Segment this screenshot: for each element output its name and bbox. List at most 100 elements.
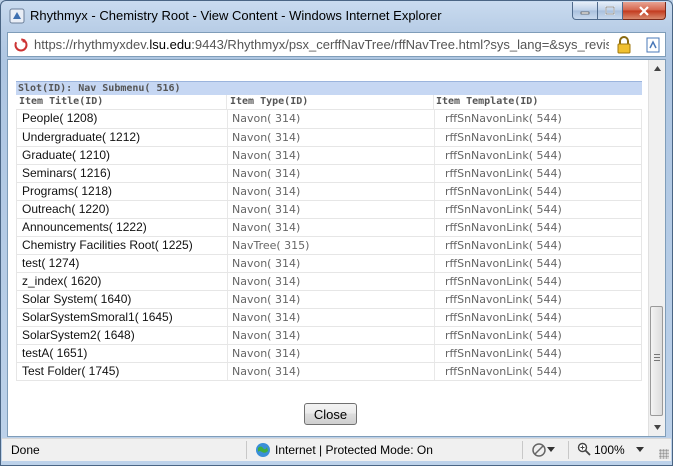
cell-type: Navon( 314) [227,110,434,128]
status-separator [568,441,569,459]
window-controls [572,2,666,21]
page-icon [14,38,28,52]
content-area: Slot(ID): Nav Submenu( 516) Item Title(I… [7,59,666,437]
cell-type: Navon( 314) [227,345,434,362]
compatibility-view-icon[interactable] [644,36,662,54]
cell-type: Navon( 314) [227,129,434,146]
scrollbar-thumb[interactable] [650,306,663,416]
cell-template: rffSnNavonLink( 544) [434,183,641,200]
table-row[interactable]: Undergraduate( 1212) Navon( 314) rffSnNavo… [17,129,641,147]
title-bar[interactable]: Rhythmyx - Chemistry Root - View Content… [1,1,672,31]
cell-type: Navon( 314) [227,327,434,344]
scroll-up-button[interactable] [649,60,665,77]
cell-type: Navon( 314) [227,255,434,272]
table-row[interactable]: z_index( 1620) Navon( 314) rffSnNavonLink(… [17,273,641,291]
browser-window: Rhythmyx - Chemistry Root - View Content… [0,0,673,466]
chevron-down-icon [547,447,555,452]
cell-title: People( 1208) [22,111,98,125]
table-row[interactable]: People( 1208) Navon( 314) rffSnNavonLink( … [17,110,641,129]
vertical-scrollbar[interactable] [648,60,665,436]
cell-type: Navon( 314) [227,291,434,308]
cell-type: Navon( 314) [227,165,434,182]
close-icon [639,5,649,16]
resize-grip[interactable] [659,449,669,459]
table-row[interactable]: testA( 1651) Navon( 314) rffSnNavonLink( 5… [17,345,641,363]
chevron-down-icon[interactable] [636,447,644,453]
column-headers: Item Title(ID) Item Type(ID) Item Templa… [16,95,642,110]
status-separator [522,441,523,459]
table-row[interactable]: SolarSystemSmoral1( 1645) Navon( 314) rffS… [17,309,641,327]
lock-icon[interactable] [616,36,632,54]
cell-template: rffSnNavonLink( 544) [434,165,641,182]
security-zone-label[interactable]: Internet | Protected Mode: On [275,443,433,457]
cell-type: Navon( 314) [227,363,434,380]
status-text: Done [11,443,40,457]
scroll-down-button[interactable] [649,419,665,436]
slot-table: Slot(ID): Nav Submenu( 516) Item Title(I… [16,81,642,381]
cell-title: Solar System( 1640) [22,292,132,306]
cell-type: Navon( 314) [227,219,434,236]
close-window-button[interactable] [623,2,666,20]
cell-template: rffSnNavonLink( 544) [434,345,641,362]
cell-title: SolarSystemSmoral1( 1645) [22,310,173,324]
table-row[interactable]: Graduate( 1210) Navon( 314) rffSnNavonLink… [17,147,641,165]
cell-template: rffSnNavonLink( 544) [434,273,641,290]
table-row[interactable]: Programs( 1218) Navon( 314) rffSnNavonLink… [17,183,641,201]
table-row[interactable]: test( 1274) Navon( 314) rffSnNavonLink( 54… [17,255,641,273]
cell-type: Navon( 314) [227,309,434,326]
cell-title: Undergraduate( 1212) [22,130,141,144]
maximize-button[interactable] [598,2,623,20]
cell-template: rffSnNavonLink( 544) [434,219,641,236]
close-button[interactable]: Close [304,403,357,425]
cell-title: Announcements( 1222) [22,220,147,234]
maximize-icon [605,6,615,15]
cell-title: Graduate( 1210) [22,148,111,162]
cell-type: NavTree( 315) [227,237,434,254]
status-separator [246,441,247,459]
status-bar: Done Internet | Protected Mode: On 100% [2,438,671,461]
cell-type: Navon( 314) [227,183,434,200]
cell-title: Chemistry Facilities Root( 1225) [22,238,193,252]
cell-template: rffSnNavonLink( 544) [434,129,641,146]
cell-type: Navon( 314) [227,273,434,290]
table-row[interactable]: SolarSystem2( 1648) Navon( 314) rffSnNavon… [17,327,641,345]
address-url[interactable]: https://rhythmyxdev.lsu.edu:9443/Rhythmy… [34,37,609,52]
address-bar[interactable]: https://rhythmyxdev.lsu.edu:9443/Rhythmy… [7,32,666,57]
app-icon [9,8,25,24]
slot-header: Slot(ID): Nav Submenu( 516) [16,81,642,95]
zoom-control[interactable] [577,442,591,456]
window-title: Rhythmyx - Chemistry Root - View Content… [30,8,442,23]
table-row[interactable]: Announcements( 1222) Navon( 314) rffSnNavo… [17,219,641,237]
url-prefix: https://rhythmyxdev. [34,37,150,52]
cell-type: Navon( 314) [227,147,434,164]
chevron-up-icon [653,66,661,71]
protected-mode-control[interactable] [531,442,555,458]
table-row[interactable]: Outreach( 1220) Navon( 314) rffSnNavonLink… [17,201,641,219]
table-row[interactable]: Solar System( 1640) Navon( 314) rffSnNavon… [17,291,641,309]
cell-title: Test Folder( 1745) [22,364,120,378]
popup-blocker-icon [532,443,546,457]
column-header-type: Item Type(ID) [226,95,433,109]
globe-icon [256,443,270,457]
cell-template: rffSnNavonLink( 544) [434,110,641,128]
table-row[interactable]: Chemistry Facilities Root( 1225) NavTree(… [17,237,641,255]
column-header-title: Item Title(ID) [19,96,104,107]
cell-title: Outreach( 1220) [22,202,110,216]
table-body: People( 1208) Navon( 314) rffSnNavonLink( … [16,110,642,381]
cell-title: z_index( 1620) [22,274,102,288]
cell-title: SolarSystem2( 1648) [22,328,135,342]
cell-template: rffSnNavonLink( 544) [434,291,641,308]
table-row[interactable]: Test Folder( 1745) Navon( 314) rffSnNavonL… [17,363,641,381]
minimize-button[interactable] [572,2,598,20]
cell-template: rffSnNavonLink( 544) [434,309,641,326]
zoom-level[interactable]: 100% [594,443,625,457]
minimize-icon [580,11,590,14]
cell-template: rffSnNavonLink( 544) [434,201,641,218]
cell-template: rffSnNavonLink( 544) [434,327,641,344]
cell-title: testA( 1651) [22,346,88,360]
table-row[interactable]: Seminars( 1216) Navon( 314) rffSnNavonLink… [17,165,641,183]
cell-type: Navon( 314) [227,201,434,218]
url-domain: lsu.edu [149,37,192,52]
cell-title: Seminars( 1216) [22,166,111,180]
cell-template: rffSnNavonLink( 544) [434,237,641,254]
